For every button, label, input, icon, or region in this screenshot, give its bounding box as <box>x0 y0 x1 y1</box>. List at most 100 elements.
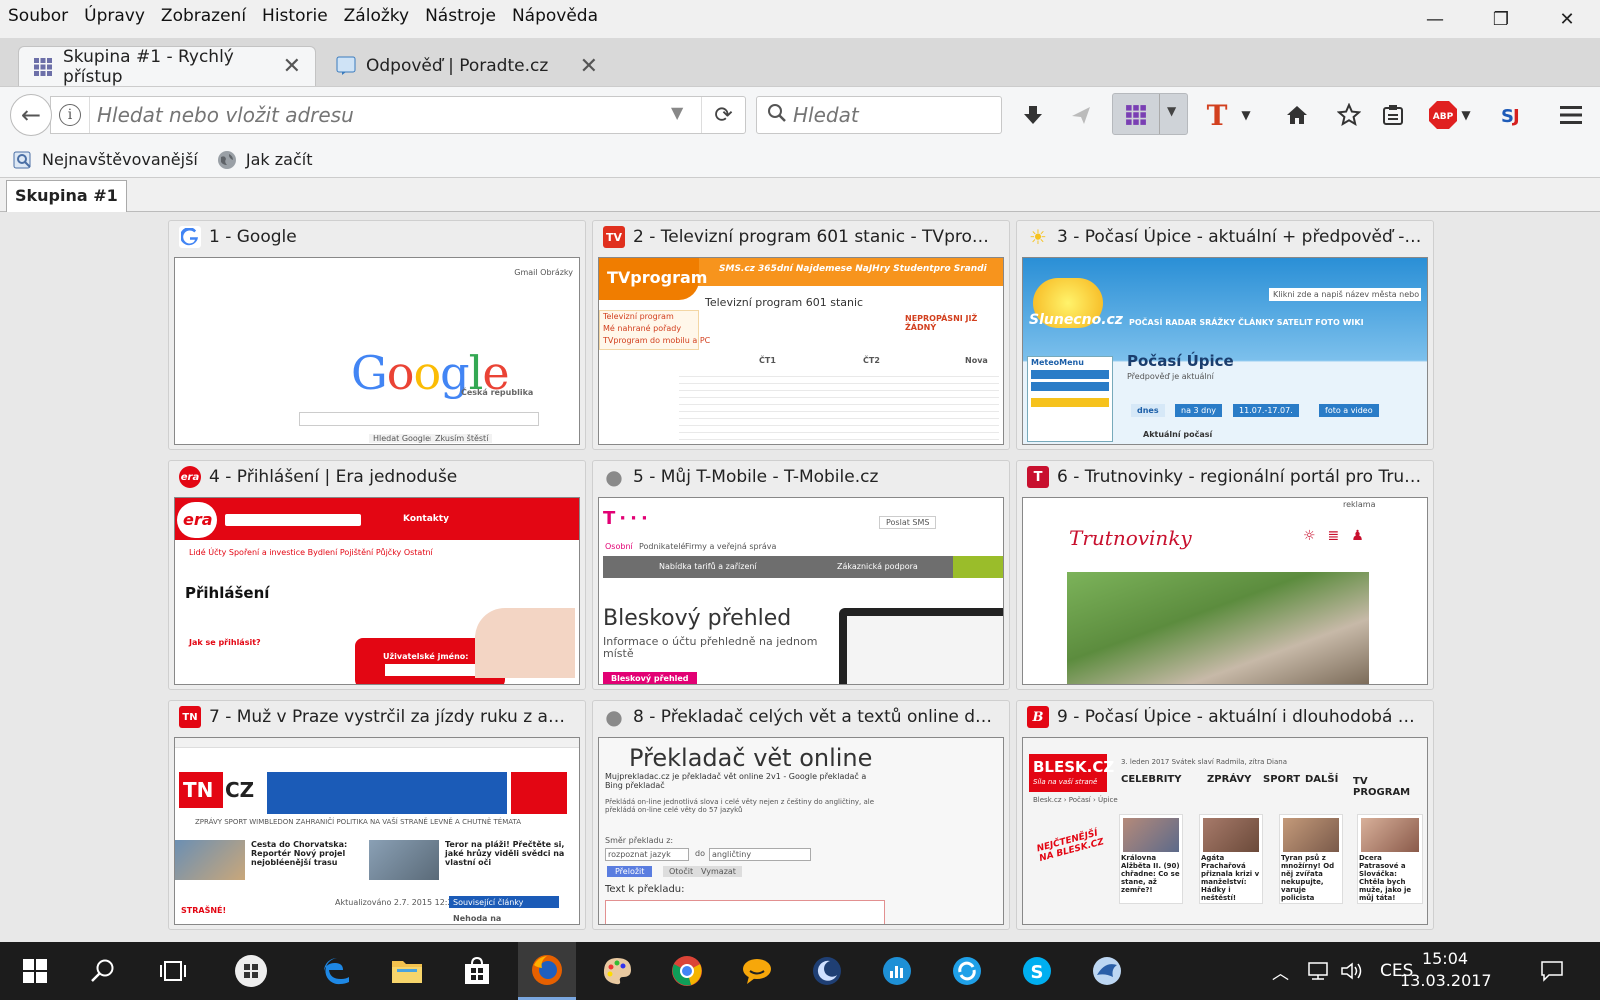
era-nav: Lidé Účty Spoření a investice Bydlení Po… <box>189 548 433 557</box>
extension-button[interactable]: SJ <box>1494 95 1532 135</box>
blesk-promo: NEJČTENĚJŠÍ NA BLESK.CZ <box>1035 828 1106 865</box>
url-input[interactable] <box>97 101 657 129</box>
dial-header: ☀ 3 - Počasí Úpice - aktuální + předpově… <box>1017 221 1433 253</box>
speed-dial-slunecno[interactable]: ☀ 3 - Počasí Úpice - aktuální + předpově… <box>1016 220 1434 450</box>
taskbar-stats-app[interactable] <box>868 942 926 1000</box>
tray-volume[interactable] <box>1340 942 1364 1000</box>
taskbar-file-explorer[interactable] <box>378 942 436 1000</box>
close-window-button[interactable]: ✕ <box>1534 0 1600 38</box>
restore-button[interactable]: ❐ <box>1468 0 1534 38</box>
action-center-button[interactable] <box>1540 942 1564 1000</box>
blesk-nav-1: CELEBRITY <box>1121 774 1182 785</box>
edge-icon <box>324 958 349 985</box>
tray-expand[interactable]: ︿ <box>1272 942 1289 1000</box>
taskbar-search-button[interactable] <box>74 942 132 1000</box>
speed-dial-era[interactable]: era 4 - Přihlášení | Era jednoduše era K… <box>168 460 586 690</box>
bookmarks-menu-button[interactable] <box>1374 95 1412 135</box>
dial-header: 1 - Google <box>169 221 585 253</box>
menu-zalozky[interactable]: Záložky <box>336 4 417 28</box>
taskbar-store[interactable] <box>448 942 506 1000</box>
slunecno-title: Počasí Úpice <box>1127 352 1234 370</box>
dial-title: 5 - Můj T-Mobile - T-Mobile.cz <box>633 467 879 487</box>
speed-dial-blesk[interactable]: B 9 - Počasí Úpice - aktuální i dlouhodo… <box>1016 700 1434 930</box>
minimize-button[interactable]: — <box>1402 0 1468 38</box>
taskbar-mail-app[interactable] <box>1078 942 1136 1000</box>
chrome-icon <box>672 956 702 986</box>
menu-nastroje[interactable]: Nástroje <box>417 4 504 28</box>
info-icon[interactable]: i <box>59 104 81 126</box>
tab-groups-button[interactable]: ▼ <box>1112 93 1188 135</box>
send-button[interactable] <box>1062 95 1100 135</box>
adblock-dropdown[interactable]: ▼ <box>1456 95 1476 135</box>
menu-napoveda[interactable]: Nápověda <box>504 4 606 28</box>
menu-zobrazeni[interactable]: Zobrazení <box>153 4 254 28</box>
speed-dial-tvprogram[interactable]: TV 2 - Televizní program 601 stanic - TV… <box>592 220 1010 450</box>
title-bar: Soubor Úpravy Zobrazení Historie Záložky… <box>0 0 1600 34</box>
speed-dial-tmobile[interactable]: ● 5 - Můj T-Mobile - T-Mobile.cz T··· Po… <box>592 460 1010 690</box>
taskbar-firefox[interactable] <box>518 942 576 1000</box>
taskbar-chrome[interactable] <box>658 942 716 1000</box>
close-tab-icon[interactable]: ✕ <box>283 54 301 79</box>
task-view-button[interactable] <box>144 942 202 1000</box>
menu-upravy[interactable]: Úpravy <box>76 4 153 28</box>
bookmark-most-visited[interactable]: Nejnavštěvovanější <box>12 149 198 171</box>
chevron-down-icon: ▼ <box>1461 108 1471 122</box>
back-button[interactable]: ← <box>10 94 52 136</box>
taskbar-sync-app[interactable] <box>938 942 996 1000</box>
store-icon <box>465 956 489 984</box>
dial-title: 3 - Počasí Úpice - aktuální + předpověď … <box>1057 227 1423 247</box>
group-tab-skupina[interactable]: Skupina #1 <box>6 180 127 212</box>
bookmark-label: Jak začít <box>245 150 313 169</box>
tmobile-bar-1: Nabídka tarifů a zařízení <box>659 562 757 571</box>
chevron-down-icon[interactable]: ▼ <box>1167 104 1176 118</box>
search-input[interactable] <box>793 101 993 129</box>
tab-poradte[interactable]: Odpověď | Poradte.cz ✕ <box>322 46 612 86</box>
bookmarks-toolbar: Nejnavštěvovanější Jak začít <box>0 142 1600 178</box>
sync-icon <box>953 957 981 985</box>
slunecno-nav: POČASÍ RADAR SRÁŽKY ČLÁNKY SATELIT FOTO … <box>1129 318 1364 327</box>
translate-dropdown[interactable]: ▼ <box>1236 95 1256 135</box>
menu-historie[interactable]: Historie <box>254 4 336 28</box>
bookmark-star-button[interactable] <box>1330 95 1368 135</box>
dial-thumbnail-trutnovinky: reklama Trutnovinky ☼≣♟ <box>1022 497 1428 685</box>
bookmark-getting-started[interactable]: Jak začít <box>216 149 313 171</box>
close-tab-icon[interactable]: ✕ <box>580 54 598 79</box>
tab-skupina[interactable]: Skupina #1 - Rychlý přístup ✕ <box>18 46 316 87</box>
url-bar[interactable]: i ▼ ⟳ <box>50 96 746 134</box>
tray-clock[interactable]: 15:04 13.03.2017 <box>1400 948 1492 992</box>
tn-foot: STRAŠNÉ! <box>181 906 227 915</box>
speed-dial-google[interactable]: 1 - Google Gmail Obrázky Google Česká re… <box>168 220 586 450</box>
history-dropdown-icon[interactable]: ▼ <box>671 103 683 122</box>
moon-icon <box>813 957 841 985</box>
menu-soubor[interactable]: Soubor <box>0 4 76 28</box>
download-button[interactable] <box>1014 95 1052 135</box>
search-bar[interactable] <box>756 96 1002 134</box>
tmobile-button: Bleskový přehled <box>603 672 697 684</box>
search-icon <box>91 959 114 982</box>
slunecno-menu-title: MeteoMenu <box>1031 358 1084 367</box>
translate-button[interactable]: T <box>1198 95 1236 135</box>
start-button[interactable] <box>6 942 64 1000</box>
taskbar-paint[interactable] <box>588 942 646 1000</box>
prekladac-btn-2: Otočit <box>663 866 700 877</box>
menu-bar: Soubor Úpravy Zobrazení Historie Záložky… <box>0 4 606 28</box>
reload-button[interactable]: ⟳ <box>701 97 745 133</box>
speaker-icon <box>1341 962 1362 980</box>
trutnovinky-top: reklama <box>1343 500 1376 509</box>
taskbar-skype[interactable]: S <box>1008 942 1066 1000</box>
tvprogram-ch1: ČT1 <box>759 356 776 365</box>
main-menu-button[interactable] <box>1552 95 1590 135</box>
taskbar-app-grid[interactable] <box>222 942 280 1000</box>
google-favicon <box>179 226 201 248</box>
abp-label: ABP <box>1433 112 1454 122</box>
blesk-article-3: Tyran psů z množírny! Od něj zvířata nek… <box>1281 854 1335 902</box>
taskbar-moon-app[interactable] <box>798 942 856 1000</box>
speed-dial-tn[interactable]: TN 7 - Muž v Praze vystrčil za jízdy ruk… <box>168 700 586 930</box>
home-button[interactable] <box>1278 95 1316 135</box>
navigation-toolbar: i ▼ ⟳ ← ▼ T ▼ ABP ▼ SJ <box>0 86 1600 142</box>
tray-network[interactable] <box>1306 942 1330 1000</box>
speed-dial-prekladac[interactable]: ● 8 - Překladač celých vět a textů onlin… <box>592 700 1010 930</box>
speed-dial-trutnovinky[interactable]: T 6 - Trutnovinky - regionální portál pr… <box>1016 460 1434 690</box>
taskbar-edge[interactable] <box>308 942 366 1000</box>
taskbar-chat[interactable] <box>728 942 786 1000</box>
